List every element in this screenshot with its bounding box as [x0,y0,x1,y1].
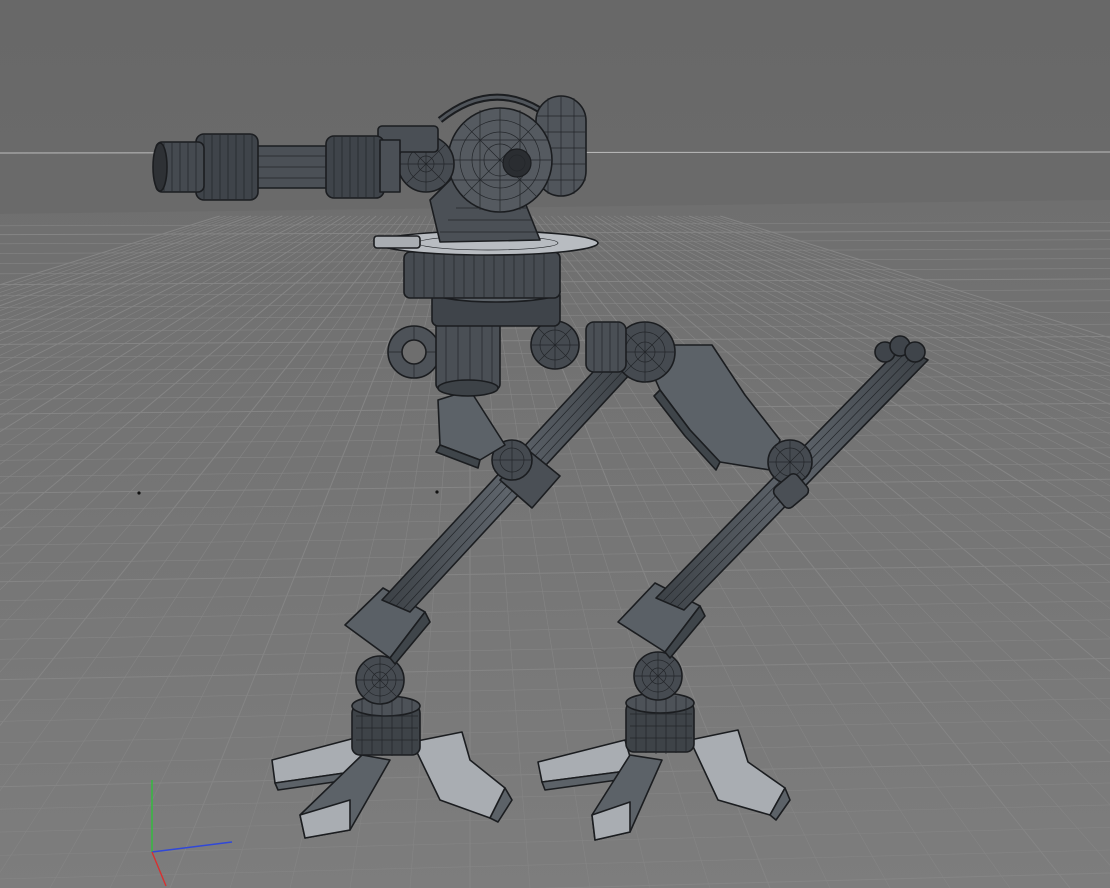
viewport-canvas[interactable] [0,0,1110,888]
right-ankle-joint[interactable] [633,651,683,701]
gun-front-collar[interactable] [195,133,259,201]
gun-muzzle[interactable] [152,141,205,193]
turret-sphere[interactable] [447,107,553,213]
vertex-dot [435,490,439,494]
left-ankle-joint[interactable] [355,655,405,705]
gun-rear-collar[interactable] [325,135,385,199]
3d-viewport[interactable] [0,0,1110,888]
vertex-dot [137,491,141,495]
